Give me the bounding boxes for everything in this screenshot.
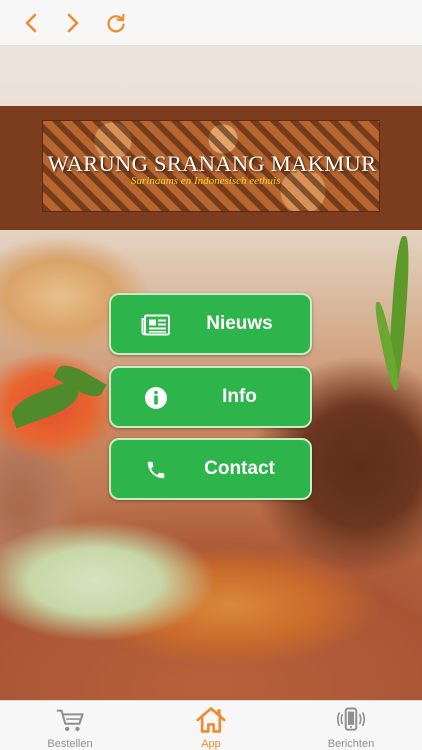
browser-toolbar	[0, 0, 422, 46]
tab-app[interactable]: App	[166, 705, 256, 750]
logo-title: WARUNG SRANANG MAKMUR	[47, 151, 377, 176]
nieuws-button[interactable]: Nieuws	[109, 293, 312, 355]
contact-label: Contact	[204, 458, 275, 479]
nieuws-label: Nieuws	[206, 313, 273, 334]
tab-bestellen-label: Bestellen	[47, 738, 93, 750]
chevron-right-icon	[67, 13, 79, 33]
phone-icon	[141, 457, 171, 483]
tab-bestellen[interactable]: Bestellen	[25, 705, 115, 750]
info-button[interactable]: Info	[109, 366, 312, 428]
phone-vibrate-icon	[336, 705, 366, 735]
reload-icon	[107, 13, 125, 33]
cart-icon	[55, 705, 85, 735]
tab-app-label: App	[201, 738, 221, 750]
home-icon	[196, 705, 226, 735]
bottom-tab-bar: Bestellen App Berichten	[0, 700, 422, 750]
contact-button[interactable]: Contact	[109, 438, 312, 500]
tab-berichten[interactable]: Berichten	[306, 705, 396, 750]
reload-button[interactable]	[101, 8, 131, 38]
logo-subtitle: Surinaams en Indonesisch eethuis	[131, 175, 281, 187]
info-icon	[141, 385, 171, 411]
info-label: Info	[222, 386, 257, 407]
forward-button[interactable]	[58, 8, 88, 38]
tab-berichten-label: Berichten	[327, 738, 375, 750]
back-button[interactable]	[16, 8, 46, 38]
newspaper-icon	[141, 312, 171, 338]
restaurant-logo: WARUNG SRANANG MAKMUR Surinaams en Indon…	[42, 120, 380, 212]
chevron-left-icon	[25, 13, 37, 33]
